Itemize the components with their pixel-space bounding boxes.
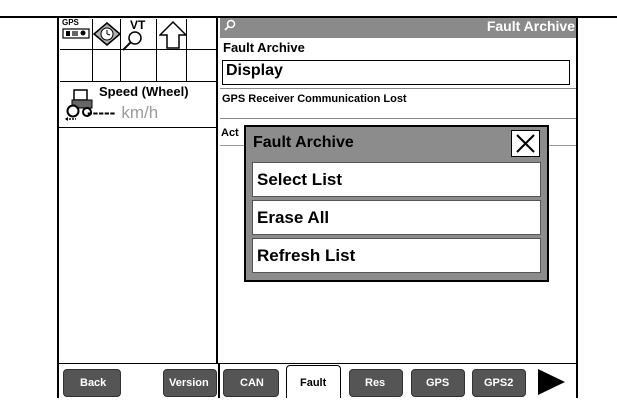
shortcut-cell-empty xyxy=(60,50,93,82)
refresh-list-button[interactable]: Refresh List xyxy=(252,238,541,273)
tab-gps[interactable]: GPS xyxy=(411,369,465,397)
diamond-clock-icon xyxy=(92,22,122,46)
shortcut-cell-empty xyxy=(187,50,217,82)
speed-value: ----- km/h xyxy=(87,103,158,123)
tab-gps2-label: GPS2 xyxy=(484,377,514,389)
select-list-button[interactable]: Select List xyxy=(252,162,541,197)
play-arrow-icon xyxy=(538,369,565,395)
erase-all-button[interactable]: Erase All xyxy=(252,200,541,235)
action-label: Act xyxy=(221,127,239,139)
refresh-list-label: Refresh List xyxy=(257,246,356,265)
fault-message: GPS Receiver Communication Lost xyxy=(222,93,407,105)
erase-all-label: Erase All xyxy=(257,208,330,227)
tab-res-label: Res xyxy=(365,377,386,389)
fault-archive-label: Fault Archive xyxy=(223,40,305,55)
divider xyxy=(220,118,576,119)
shortcut-cell-empty xyxy=(187,19,217,50)
speed-number: ----- xyxy=(87,103,116,122)
tab-res[interactable]: Res xyxy=(349,369,403,397)
up-arrow-icon xyxy=(159,20,187,49)
version-button[interactable]: Version xyxy=(163,369,217,397)
back-button[interactable]: Back xyxy=(63,369,121,397)
dialog-title: Fault Archive xyxy=(253,134,354,151)
magnifier-icon xyxy=(122,31,142,51)
tab-fault-label: Fault xyxy=(300,377,327,389)
gps-receiver-icon xyxy=(62,28,90,39)
tab-fault[interactable]: Fault xyxy=(286,365,341,398)
shortcut-cell-empty xyxy=(93,50,121,82)
next-page-button[interactable] xyxy=(533,366,571,398)
tab-can[interactable]: CAN xyxy=(223,369,279,397)
close-icon xyxy=(516,134,535,153)
version-label: Version xyxy=(169,377,209,389)
page-title: Fault Archive xyxy=(486,18,575,34)
dialog-close-button[interactable] xyxy=(511,130,540,157)
speed-unit: km/h xyxy=(121,103,159,122)
tab-gps2[interactable]: GPS2 xyxy=(472,369,526,397)
back-label: Back xyxy=(80,377,107,389)
shortcut-cell-empty xyxy=(157,50,187,82)
tab-gps-label: GPS xyxy=(426,377,450,389)
header-magnifier-icon xyxy=(224,19,236,31)
fault-archive-value: Display xyxy=(226,62,283,79)
divider xyxy=(220,88,576,89)
speed-label: Speed (Wheel) xyxy=(99,84,189,99)
divider xyxy=(218,363,220,398)
shortcut-cell-empty xyxy=(121,50,157,82)
tab-can-label: CAN xyxy=(240,377,264,389)
select-list-label: Select List xyxy=(257,170,343,189)
